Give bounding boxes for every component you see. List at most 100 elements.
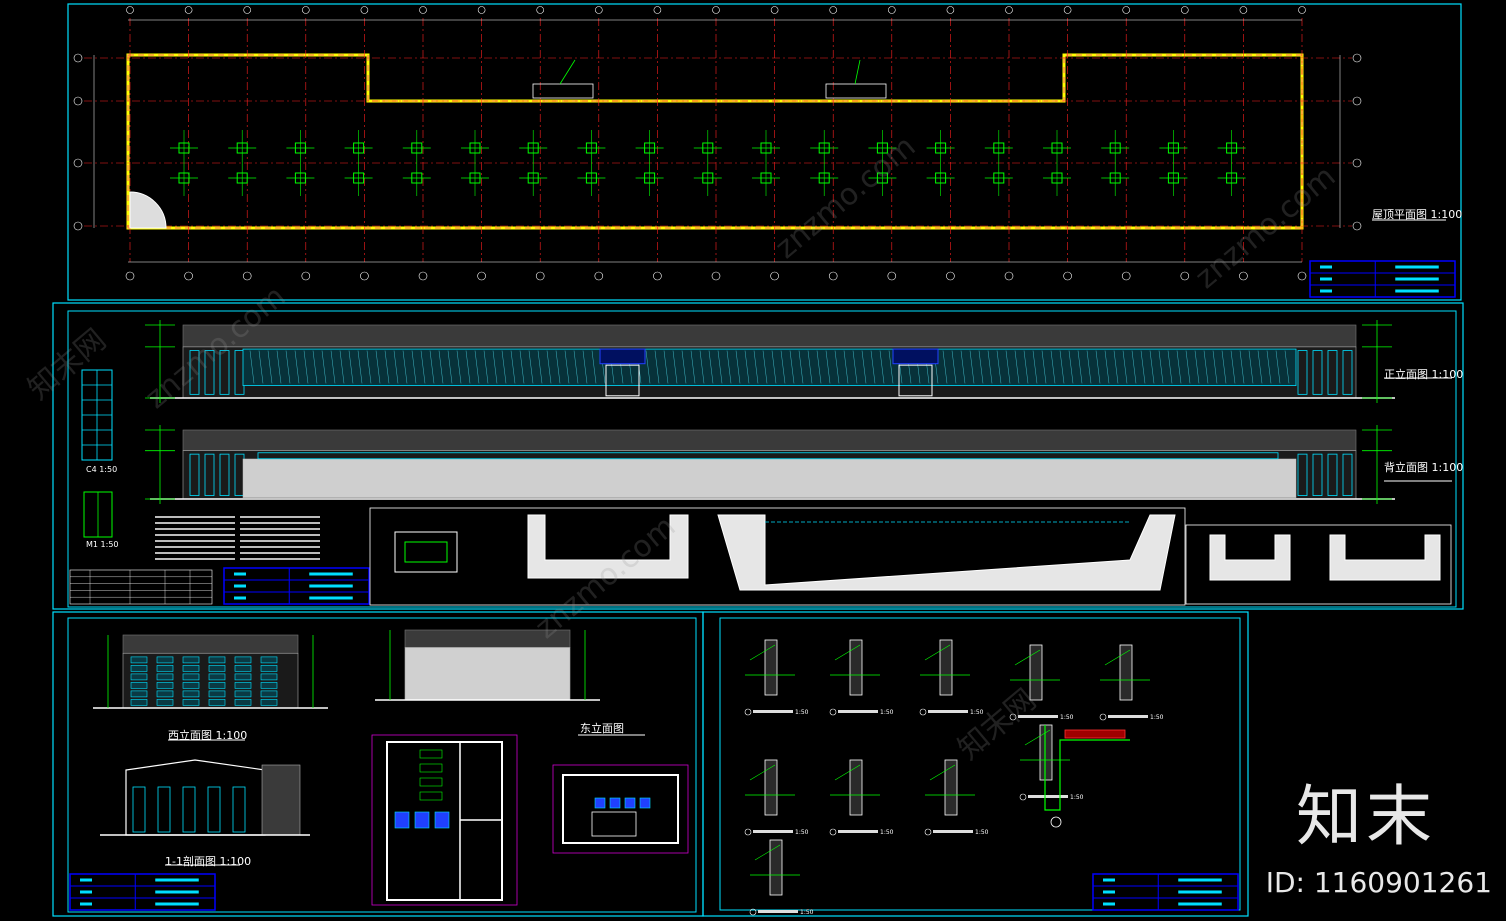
axis-bubble bbox=[360, 271, 369, 281]
detail-title-mark bbox=[758, 910, 798, 913]
window-schedule-table bbox=[69, 569, 213, 605]
title-block-lower-right-text-mark bbox=[1178, 890, 1222, 894]
design-note-line bbox=[155, 528, 235, 530]
detail-scale-label: 1:50 bbox=[800, 909, 814, 916]
west-window-pane bbox=[234, 699, 252, 706]
west-window-pane bbox=[156, 682, 174, 689]
detail-index-bubble bbox=[744, 708, 752, 716]
gutter-detail-flashing bbox=[1064, 729, 1126, 739]
axis-bubble bbox=[536, 6, 545, 14]
urinal-fixture bbox=[419, 749, 443, 759]
door-detail-title: M1 1:50 bbox=[86, 540, 119, 549]
detail-wall-2 bbox=[939, 639, 953, 696]
toilet-fixture bbox=[394, 811, 410, 829]
design-note-line bbox=[240, 522, 320, 524]
west-window-pane bbox=[234, 673, 252, 681]
axis-bubble bbox=[1239, 6, 1248, 14]
west-window-pane bbox=[156, 656, 174, 664]
urinal-fixture bbox=[419, 763, 443, 773]
detail-scale-label: 1:50 bbox=[1150, 714, 1164, 721]
axis-bubble bbox=[477, 271, 486, 281]
section-window bbox=[232, 786, 246, 833]
section-window bbox=[207, 786, 221, 833]
detail-title-mark bbox=[1108, 715, 1148, 718]
west-window-pane bbox=[208, 673, 226, 681]
detail-title-mark bbox=[838, 710, 878, 713]
section-window bbox=[182, 786, 196, 833]
title-block-elev-text-mark bbox=[234, 584, 246, 588]
trench-section-concrete bbox=[717, 514, 1176, 591]
west-window-pane bbox=[130, 665, 148, 672]
roof-plan-title: 屋顶平面图 1:100 bbox=[1372, 208, 1463, 221]
west-window-pane bbox=[234, 682, 252, 689]
title-block-plan-text-mark bbox=[1320, 277, 1332, 281]
title-block-elev-text-mark bbox=[309, 584, 353, 588]
title-block-elev-text-mark bbox=[234, 596, 246, 600]
toilet-fixture bbox=[609, 797, 621, 809]
axis-bubble bbox=[829, 6, 838, 14]
title-block-lower-left-text-mark bbox=[155, 890, 199, 894]
title-block-elev-text-mark bbox=[309, 596, 353, 600]
east-wall bbox=[404, 647, 571, 701]
gutter-section-b bbox=[1329, 534, 1441, 581]
elevations bbox=[69, 320, 1452, 606]
west-window-pane bbox=[260, 699, 278, 706]
design-note-line bbox=[240, 552, 320, 554]
toilet-fixture bbox=[594, 797, 606, 809]
detail-wall-1 bbox=[849, 639, 863, 696]
detail-index-bubble bbox=[919, 708, 927, 716]
design-note-line bbox=[240, 516, 320, 518]
axis-bubble bbox=[419, 6, 427, 14]
detail-scale-label: 1:50 bbox=[1060, 714, 1074, 721]
design-note-line bbox=[240, 546, 320, 548]
axis-bubble bbox=[418, 271, 428, 281]
lower-drawings: 1:50 1:50 1:501:50 1:501:50 1:50 1:501:501:50 bbox=[93, 629, 1164, 916]
west-window-pane bbox=[182, 690, 200, 698]
leader-line bbox=[854, 59, 861, 85]
toilet-plan2-room bbox=[591, 811, 637, 837]
detail-title-mark bbox=[1028, 795, 1068, 798]
detail-index-bubble bbox=[1019, 793, 1027, 801]
design-note-line bbox=[240, 558, 320, 560]
axis-bubble bbox=[360, 6, 369, 14]
gutter-section-a bbox=[1209, 534, 1291, 581]
axis-bubble bbox=[1352, 221, 1362, 231]
axis-bubble bbox=[1352, 96, 1362, 106]
detail-wall-0 bbox=[764, 639, 778, 696]
west-window-pane bbox=[130, 690, 148, 698]
title-block-plan-text-mark bbox=[1320, 265, 1332, 269]
watermark-logo: 知末 bbox=[1296, 778, 1436, 855]
detail-scale-label: 1:50 bbox=[880, 709, 894, 716]
detail-wall-5 bbox=[764, 759, 778, 816]
title-block-lower-left-text-mark bbox=[80, 878, 92, 882]
detail-wall-8 bbox=[1039, 724, 1053, 781]
back-parapet bbox=[182, 429, 1357, 452]
design-note-line bbox=[155, 552, 235, 554]
west-elevation-title: 西立面图 1:100 bbox=[168, 729, 248, 742]
title-block-lower-left-text-mark bbox=[155, 878, 199, 882]
west-window-pane bbox=[260, 690, 278, 698]
axis-bubble bbox=[184, 271, 193, 281]
watermark-id: ID: 1160901261 bbox=[1265, 866, 1492, 899]
section-outline bbox=[125, 759, 266, 836]
title-block-plan-text-mark bbox=[1395, 289, 1439, 293]
design-note-line bbox=[155, 546, 235, 548]
equipment-pad bbox=[825, 83, 887, 99]
title-block-plan-text-mark bbox=[1320, 289, 1332, 293]
front-elevation-title: 正立面图 1:100 bbox=[1384, 368, 1464, 381]
toilet-plan2-cloud bbox=[552, 764, 689, 854]
west-window-pane bbox=[182, 673, 200, 681]
axis-bubble bbox=[1352, 158, 1362, 168]
detail-index-bubble bbox=[924, 828, 932, 836]
axis-bubble bbox=[1121, 271, 1131, 281]
axis-bubble bbox=[243, 6, 251, 14]
title-block-lower-right-text-mark bbox=[1178, 878, 1222, 882]
west-window-pane bbox=[234, 690, 252, 698]
west-window-pane bbox=[260, 682, 278, 689]
axis-bubble bbox=[184, 6, 193, 14]
axis-bubble bbox=[1063, 6, 1072, 14]
axis-bubble bbox=[1298, 6, 1306, 14]
west-window-pane bbox=[208, 665, 226, 672]
axis-bubble bbox=[1297, 271, 1307, 281]
detail-scale-label: 1:50 bbox=[795, 829, 809, 836]
